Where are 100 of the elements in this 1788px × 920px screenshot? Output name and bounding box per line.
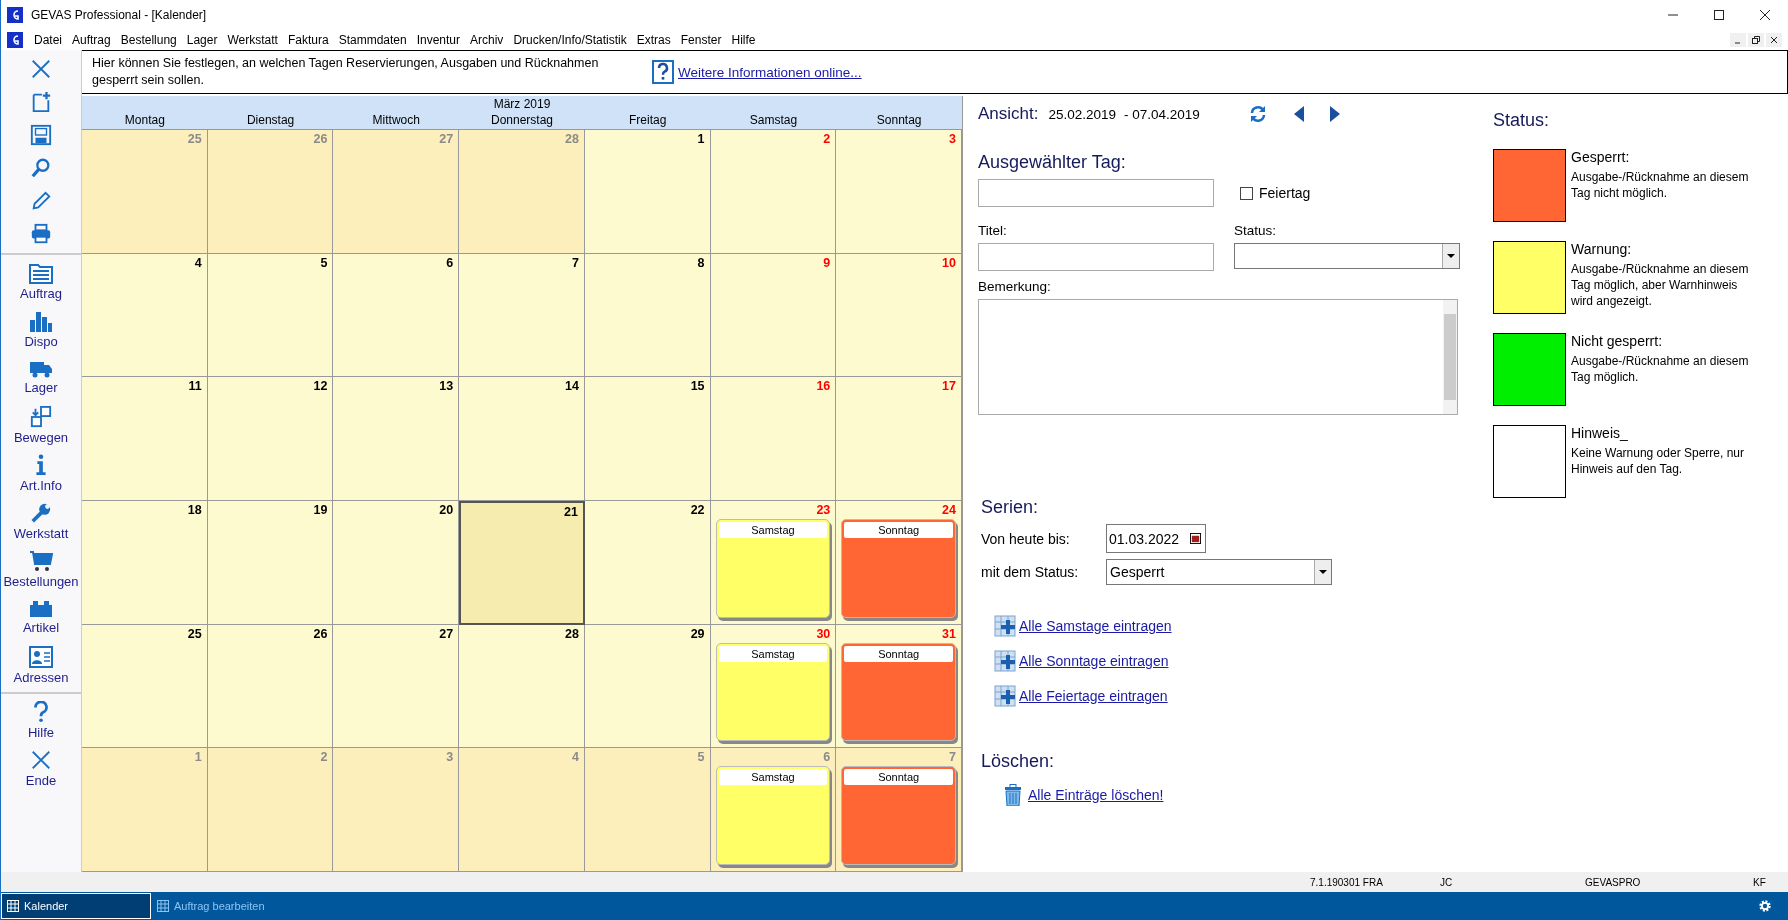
weekday-header: Samstag bbox=[748, 113, 799, 129]
day-cell[interactable]: 8 bbox=[584, 253, 711, 378]
weekday-header: Montag bbox=[123, 113, 166, 129]
menu-item[interactable]: Bestellung bbox=[115, 33, 182, 47]
restore-icon bbox=[1752, 36, 1760, 44]
delete-all-link[interactable]: Alle Einträge löschen! bbox=[1028, 787, 1164, 803]
sidebar-item[interactable]: Hilfe bbox=[28, 696, 54, 744]
status-name: Hinweis_ bbox=[1571, 425, 1629, 441]
add-to-grid-icon bbox=[994, 685, 1016, 707]
day-cell[interactable]: 14 bbox=[459, 377, 585, 501]
sidebar-item[interactable]: Dispo bbox=[24, 305, 58, 353]
day-cell[interactable]: 19 bbox=[207, 501, 334, 625]
menu-item[interactable]: Drucken/Info/Statistik bbox=[508, 33, 632, 47]
day-cell[interactable]: 31 Sonntag bbox=[836, 624, 962, 749]
day-cell[interactable]: 12 bbox=[207, 377, 334, 501]
status-dropdown[interactable]: Gesperrt bbox=[1106, 559, 1332, 585]
calendar-icon[interactable] bbox=[1190, 533, 1201, 544]
day-number: 17 bbox=[942, 379, 957, 394]
sidebar-item[interactable]: Artikel bbox=[22, 593, 60, 641]
day-cell[interactable]: 10 bbox=[836, 253, 962, 378]
holiday-checkbox[interactable]: Feiertag bbox=[1240, 185, 1311, 201]
calendar-entry[interactable]: Sonntag bbox=[841, 766, 956, 865]
day-cell[interactable]: 13 bbox=[333, 377, 460, 501]
close-button[interactable] bbox=[1766, 33, 1782, 47]
weekday-header: Sonntag bbox=[875, 113, 923, 129]
day-cell[interactable]: 16 bbox=[710, 377, 837, 501]
sidebar-item[interactable]: Auftrag bbox=[20, 257, 62, 305]
day-number: 4 bbox=[194, 255, 203, 270]
day-cell[interactable]: 9 bbox=[710, 253, 837, 378]
sidebar-item[interactable]: Lager bbox=[24, 353, 58, 401]
view-end-date: - 07.04.2019 bbox=[1124, 106, 1200, 122]
menu-item[interactable]: Faktura bbox=[282, 33, 334, 47]
add-to-grid-icon bbox=[994, 615, 1016, 637]
day-cell[interactable]: 22 bbox=[584, 501, 711, 625]
menu-item[interactable]: Hilfe bbox=[726, 33, 761, 47]
day-cell[interactable]: 3 bbox=[836, 130, 962, 254]
sidebar-item[interactable]: Art.Info bbox=[20, 449, 62, 497]
day-cell[interactable]: 20 bbox=[333, 501, 460, 625]
add-series-link[interactable]: Alle Feiertage eintragen bbox=[1019, 688, 1168, 704]
day-cell[interactable]: 15 bbox=[584, 377, 711, 501]
day-cell[interactable]: 11 bbox=[82, 377, 208, 501]
day-cell[interactable]: 30 Samstag bbox=[710, 624, 837, 749]
info-text: Hier können Sie festlegen, an welchen Tagen Reservierungen, Ausgaben und Rücknahmen gesperrt sein sollen. bbox=[92, 55, 600, 89]
status-text: 7.1.190301 FRA bbox=[1310, 876, 1384, 888]
date-field[interactable] bbox=[978, 179, 1214, 207]
day-number: 28 bbox=[564, 626, 580, 641]
caret-icon bbox=[1319, 570, 1327, 574]
status-dropdown[interactable] bbox=[1234, 243, 1460, 269]
settings-icon[interactable] bbox=[1758, 899, 1772, 913]
sidebar-item[interactable]: Ende bbox=[25, 744, 57, 792]
sidebar-item[interactable]: Adressen bbox=[13, 641, 69, 689]
menu-item[interactable]: Stammdaten bbox=[333, 33, 412, 47]
day-cell[interactable]: 2 bbox=[710, 130, 837, 254]
menu-item[interactable]: Auftrag bbox=[67, 33, 116, 47]
menu-item[interactable]: Werkstatt bbox=[222, 33, 283, 47]
day-cell[interactable]: 29 bbox=[584, 624, 711, 749]
day-cell[interactable]: 23 Samstag bbox=[710, 501, 837, 625]
title-field[interactable] bbox=[978, 243, 1214, 271]
day-cell[interactable]: 25 bbox=[82, 624, 208, 749]
day-cell[interactable]: 6 bbox=[333, 253, 460, 378]
info-link[interactable]: Weitere Informationen online... bbox=[678, 64, 862, 80]
calendar-entry[interactable]: Samstag bbox=[715, 519, 831, 618]
day-cell[interactable]: 18 bbox=[82, 501, 208, 625]
add-series-link[interactable]: Alle Sonntage eintragen bbox=[1019, 653, 1169, 669]
menu-item[interactable]: Extras bbox=[631, 33, 676, 47]
date-field[interactable]: 01.03.2022 bbox=[1106, 524, 1206, 553]
day-cell[interactable]: 5 bbox=[207, 253, 334, 378]
day-cell[interactable]: 1 bbox=[584, 130, 711, 254]
day-number: 25 bbox=[187, 626, 203, 641]
day-cell[interactable]: 27 bbox=[333, 624, 460, 749]
day-cell[interactable]: 17 bbox=[836, 377, 962, 501]
calendar-entry[interactable]: Samstag bbox=[715, 766, 831, 865]
menu-item[interactable]: Archiv bbox=[465, 33, 509, 47]
calendar-entry[interactable]: Sonntag bbox=[841, 519, 956, 618]
sidebar-item[interactable]: Bestellungen bbox=[3, 545, 79, 593]
day-cell[interactable]: 21 bbox=[459, 501, 585, 625]
day-cell[interactable]: 7 bbox=[459, 253, 585, 378]
sidebar-item[interactable]: Bewegen bbox=[13, 401, 69, 449]
day-number: 29 bbox=[690, 626, 706, 641]
menu-item[interactable]: Lager bbox=[181, 33, 223, 47]
day-cell[interactable]: 7 Sonntag bbox=[836, 748, 962, 872]
menu-item[interactable]: Inventur bbox=[411, 33, 466, 47]
sidebar-item[interactable]: Werkstatt bbox=[13, 497, 69, 545]
calendar-entry[interactable]: Sonntag bbox=[841, 642, 956, 742]
day-cell[interactable]: 4 bbox=[82, 253, 208, 378]
day-cell[interactable]: 28 bbox=[459, 624, 585, 749]
status-name: Gesperrt: bbox=[1571, 149, 1631, 165]
taskbar-tab[interactable]: Auftrag bearbeiten bbox=[151, 893, 301, 919]
status-text: GEVASPRO bbox=[1585, 876, 1642, 888]
taskbar-tab[interactable]: Kalender bbox=[1, 893, 151, 919]
day-cell[interactable]: 24 Sonntag bbox=[836, 501, 962, 625]
restore-button[interactable] bbox=[1748, 33, 1764, 47]
status-name: Nicht gesperrt: bbox=[1571, 333, 1664, 349]
day-cell[interactable]: 6 Samstag bbox=[710, 748, 837, 872]
menu-item[interactable]: Fenster bbox=[675, 33, 727, 47]
menu-item[interactable]: Datei bbox=[29, 33, 67, 47]
calendar-entry[interactable]: Samstag bbox=[715, 642, 831, 742]
day-cell[interactable]: 26 bbox=[207, 624, 334, 749]
add-series-link[interactable]: Alle Samstage eintragen bbox=[1019, 618, 1172, 634]
status-text: JC bbox=[1440, 876, 1454, 888]
